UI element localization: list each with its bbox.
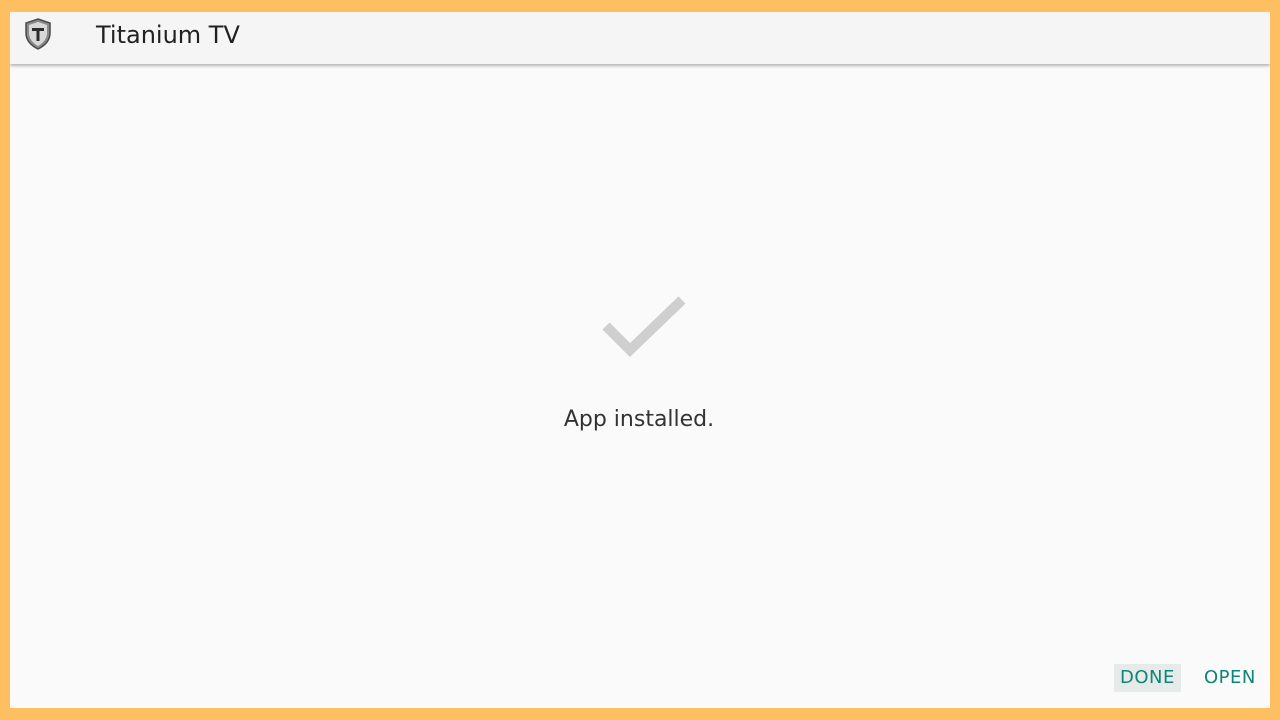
install-result-content: App installed. DONE OPEN xyxy=(10,64,1270,708)
titanium-shield-icon xyxy=(24,18,52,50)
done-button[interactable]: DONE xyxy=(1114,664,1181,692)
installer-screen: Titanium TV App installed. DONE OPEN xyxy=(10,12,1270,708)
app-title: Titanium TV xyxy=(96,21,240,49)
open-button[interactable]: OPEN xyxy=(1198,664,1262,692)
app-bar: Titanium TV xyxy=(10,12,1270,64)
install-status-text: App installed. xyxy=(563,407,715,432)
checkmark-icon xyxy=(594,290,690,366)
